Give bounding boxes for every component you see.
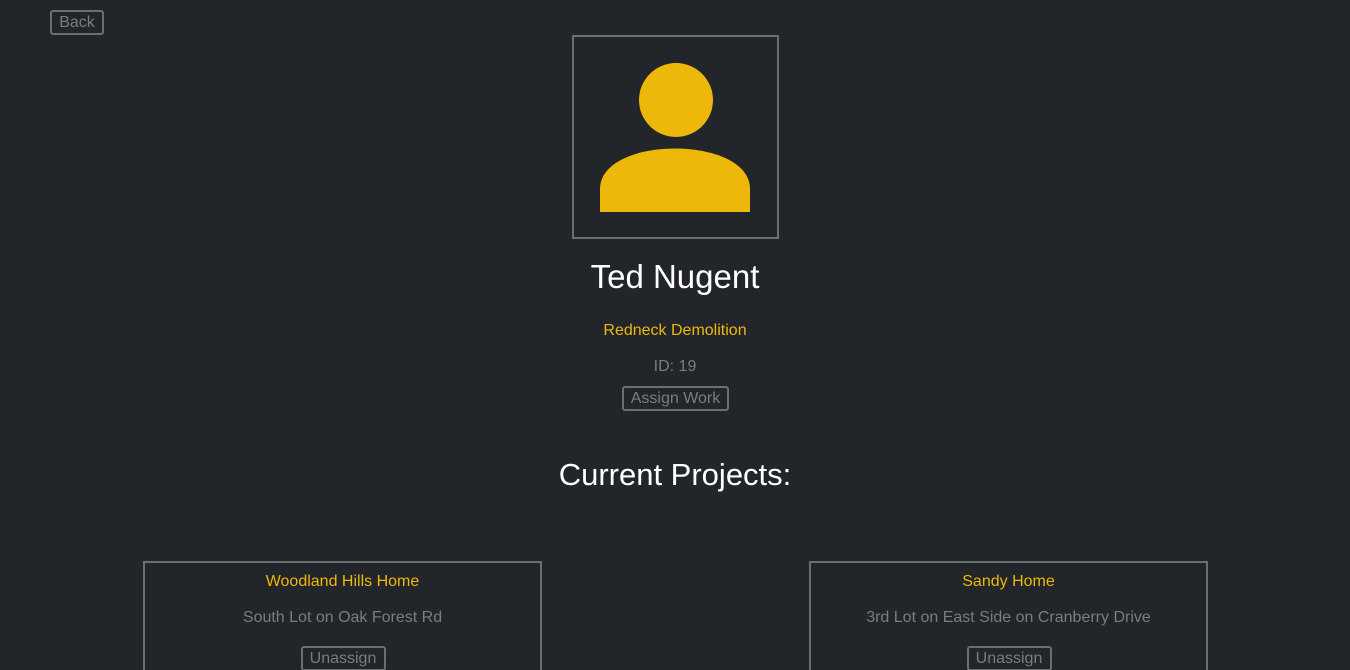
avatar (572, 35, 779, 239)
project-card: Sandy Home 3rd Lot on East Side on Cranb… (809, 561, 1208, 670)
unassign-button[interactable]: Unassign (966, 646, 1052, 670)
project-location: 3rd Lot on East Side on Cranberry Drive (866, 609, 1151, 626)
user-silhouette-icon (600, 63, 750, 212)
back-button[interactable]: Back (50, 10, 104, 35)
project-name: Woodland Hills Home (265, 573, 420, 590)
current-projects-heading: Current Projects: (558, 457, 792, 492)
assign-work-button[interactable]: Assign Work (622, 386, 729, 411)
project-card: Woodland Hills Home South Lot on Oak For… (143, 561, 542, 670)
project-location: South Lot on Oak Forest Rd (242, 609, 443, 626)
employee-detail-page: Back Ted Nugent Redneck Demolition ID: 1… (0, 0, 1350, 670)
employee-name: Ted Nugent (590, 258, 760, 295)
company-name: Redneck Demolition (603, 322, 747, 339)
project-name: Sandy Home (962, 573, 1055, 590)
unassign-button[interactable]: Unassign (300, 646, 386, 670)
employee-id: ID: 19 (653, 358, 697, 375)
